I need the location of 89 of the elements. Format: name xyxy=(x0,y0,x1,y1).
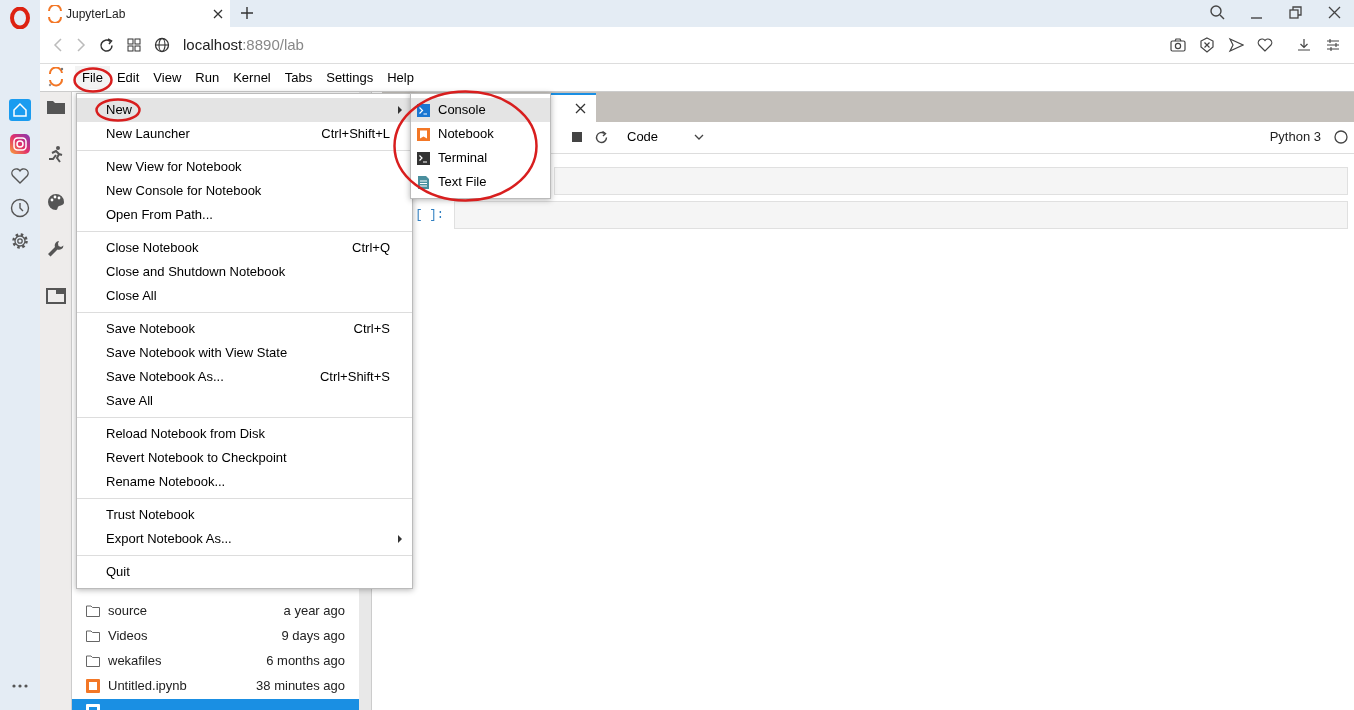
easy-setup-icon[interactable] xyxy=(1325,37,1341,54)
modified-time: 38 minutes ago xyxy=(256,677,345,696)
menu-entry[interactable]: Console xyxy=(411,98,550,122)
menu-entry[interactable]: Export Notebook As... xyxy=(77,527,412,551)
jupyter-logo xyxy=(47,67,65,88)
send-icon[interactable] xyxy=(1228,37,1244,54)
menu-entry[interactable]: Notebook xyxy=(411,122,550,146)
globe-icon xyxy=(154,37,170,54)
reload-icon[interactable] xyxy=(99,37,114,53)
menu-entry[interactable]: Trust Notebook xyxy=(77,503,412,527)
file-row[interactable]: Videos 9 days ago xyxy=(72,623,359,649)
notebook-icon xyxy=(417,127,430,141)
download-icon[interactable] xyxy=(1296,37,1312,54)
menu-item[interactable]: Help xyxy=(380,65,421,90)
annotation-ellipse xyxy=(73,67,113,93)
menu-entry[interactable]: Close Notebook Ctrl+Q xyxy=(77,236,412,260)
restore-icon[interactable] xyxy=(1288,5,1303,20)
file-name: Untitled.ipynb xyxy=(108,677,188,696)
folder-icon xyxy=(86,605,100,618)
menu-entry[interactable]: Save Notebook As... Ctrl+Shift+S xyxy=(77,365,412,389)
camera-icon[interactable] xyxy=(1170,37,1186,54)
menu-item[interactable]: Settings xyxy=(319,65,381,90)
menu-entry[interactable]: Text File xyxy=(411,170,550,194)
browser-tab[interactable]: JupyterLab xyxy=(40,0,230,27)
menu-entry[interactable]: New Console for Notebook xyxy=(77,179,412,203)
heart-icon[interactable] xyxy=(10,166,30,185)
code-cell-input[interactable] xyxy=(554,166,1348,195)
file-name: source xyxy=(108,602,149,621)
menu-entry[interactable]: Save Notebook Ctrl+S xyxy=(77,317,412,341)
kernel-status-icon xyxy=(1334,130,1348,145)
instagram-icon[interactable] xyxy=(10,133,30,154)
menu-item[interactable]: Edit xyxy=(109,65,147,90)
heart-icon[interactable] xyxy=(1257,37,1273,54)
modified-time: 6 months ago xyxy=(266,652,345,671)
menu-entry[interactable]: New Launcher Ctrl+Shift+L xyxy=(77,122,412,146)
address-field[interactable]: localhost:8890/lab xyxy=(183,33,1157,57)
menu-entry[interactable]: Save All xyxy=(77,389,412,413)
file-row[interactable]: wekafiles 6 months ago xyxy=(72,648,359,674)
tab-title: JupyterLab xyxy=(66,5,127,23)
home-icon[interactable] xyxy=(9,98,31,121)
kernel-name[interactable]: Python 3 xyxy=(1269,127,1321,147)
modified-time: 9 days ago xyxy=(281,627,345,646)
stop-icon[interactable] xyxy=(572,132,582,143)
menu-item[interactable]: Run xyxy=(188,65,227,90)
cell-prompt: [ ]: xyxy=(415,208,444,223)
opera-logo[interactable] xyxy=(10,6,30,29)
more-icon[interactable] xyxy=(12,684,28,688)
menu-entry[interactable]: New xyxy=(77,98,412,122)
caret-icon xyxy=(694,134,705,141)
menu-entry[interactable]: Terminal xyxy=(411,146,550,170)
menu-entry[interactable]: Save Notebook with View State xyxy=(77,341,412,365)
search-icon[interactable] xyxy=(1210,5,1225,20)
terminal-icon xyxy=(417,151,430,165)
code-cell-input[interactable] xyxy=(454,201,1348,230)
annotation-ellipse xyxy=(95,98,141,122)
folder-icon xyxy=(86,655,100,668)
menu-entry[interactable]: Rename Notebook... xyxy=(77,470,412,494)
cell-type-dropdown[interactable]: Code xyxy=(621,126,711,148)
ad-block-icon[interactable] xyxy=(1199,37,1215,54)
folder-icon xyxy=(86,630,100,643)
menu-item[interactable]: View xyxy=(146,65,189,90)
close-icon[interactable] xyxy=(212,7,224,20)
window-icon[interactable] xyxy=(45,286,66,307)
palette-icon[interactable] xyxy=(45,192,66,213)
menu-entry[interactable]: New View for Notebook xyxy=(77,155,412,179)
console-icon xyxy=(417,103,430,117)
menu-entry[interactable]: Open From Path... xyxy=(77,203,412,227)
tabs-grid-icon[interactable] xyxy=(127,38,141,53)
menu-item[interactable]: Tabs xyxy=(277,65,320,90)
file-name: Videos xyxy=(108,627,149,646)
menu-entry[interactable]: Revert Notebook to Checkpoint xyxy=(77,446,412,470)
settings-icon[interactable] xyxy=(10,230,30,251)
notebook-icon xyxy=(86,679,100,694)
menu-item[interactable]: Kernel xyxy=(226,65,278,90)
menu-entry[interactable]: Reload Notebook from Disk xyxy=(77,422,412,446)
restart-icon[interactable] xyxy=(595,130,608,144)
text-file-icon xyxy=(417,175,430,189)
file-row[interactable]: Untitled.ipynb 38 minutes ago xyxy=(72,673,359,699)
file-name: wekafiles xyxy=(108,652,163,671)
clock-icon[interactable] xyxy=(10,197,30,218)
plus-icon[interactable] xyxy=(240,6,254,20)
close-icon[interactable] xyxy=(1327,5,1342,20)
menu-entry[interactable]: Quit xyxy=(77,560,412,584)
jupyter-logo xyxy=(46,4,62,23)
menu-entry[interactable]: Close and Shutdown Notebook xyxy=(77,260,412,284)
close-icon[interactable] xyxy=(575,102,586,114)
menu-entry[interactable]: Close All xyxy=(77,284,412,308)
file-row[interactable]: source a year ago xyxy=(72,598,359,624)
modified-time: a year ago xyxy=(283,602,345,621)
